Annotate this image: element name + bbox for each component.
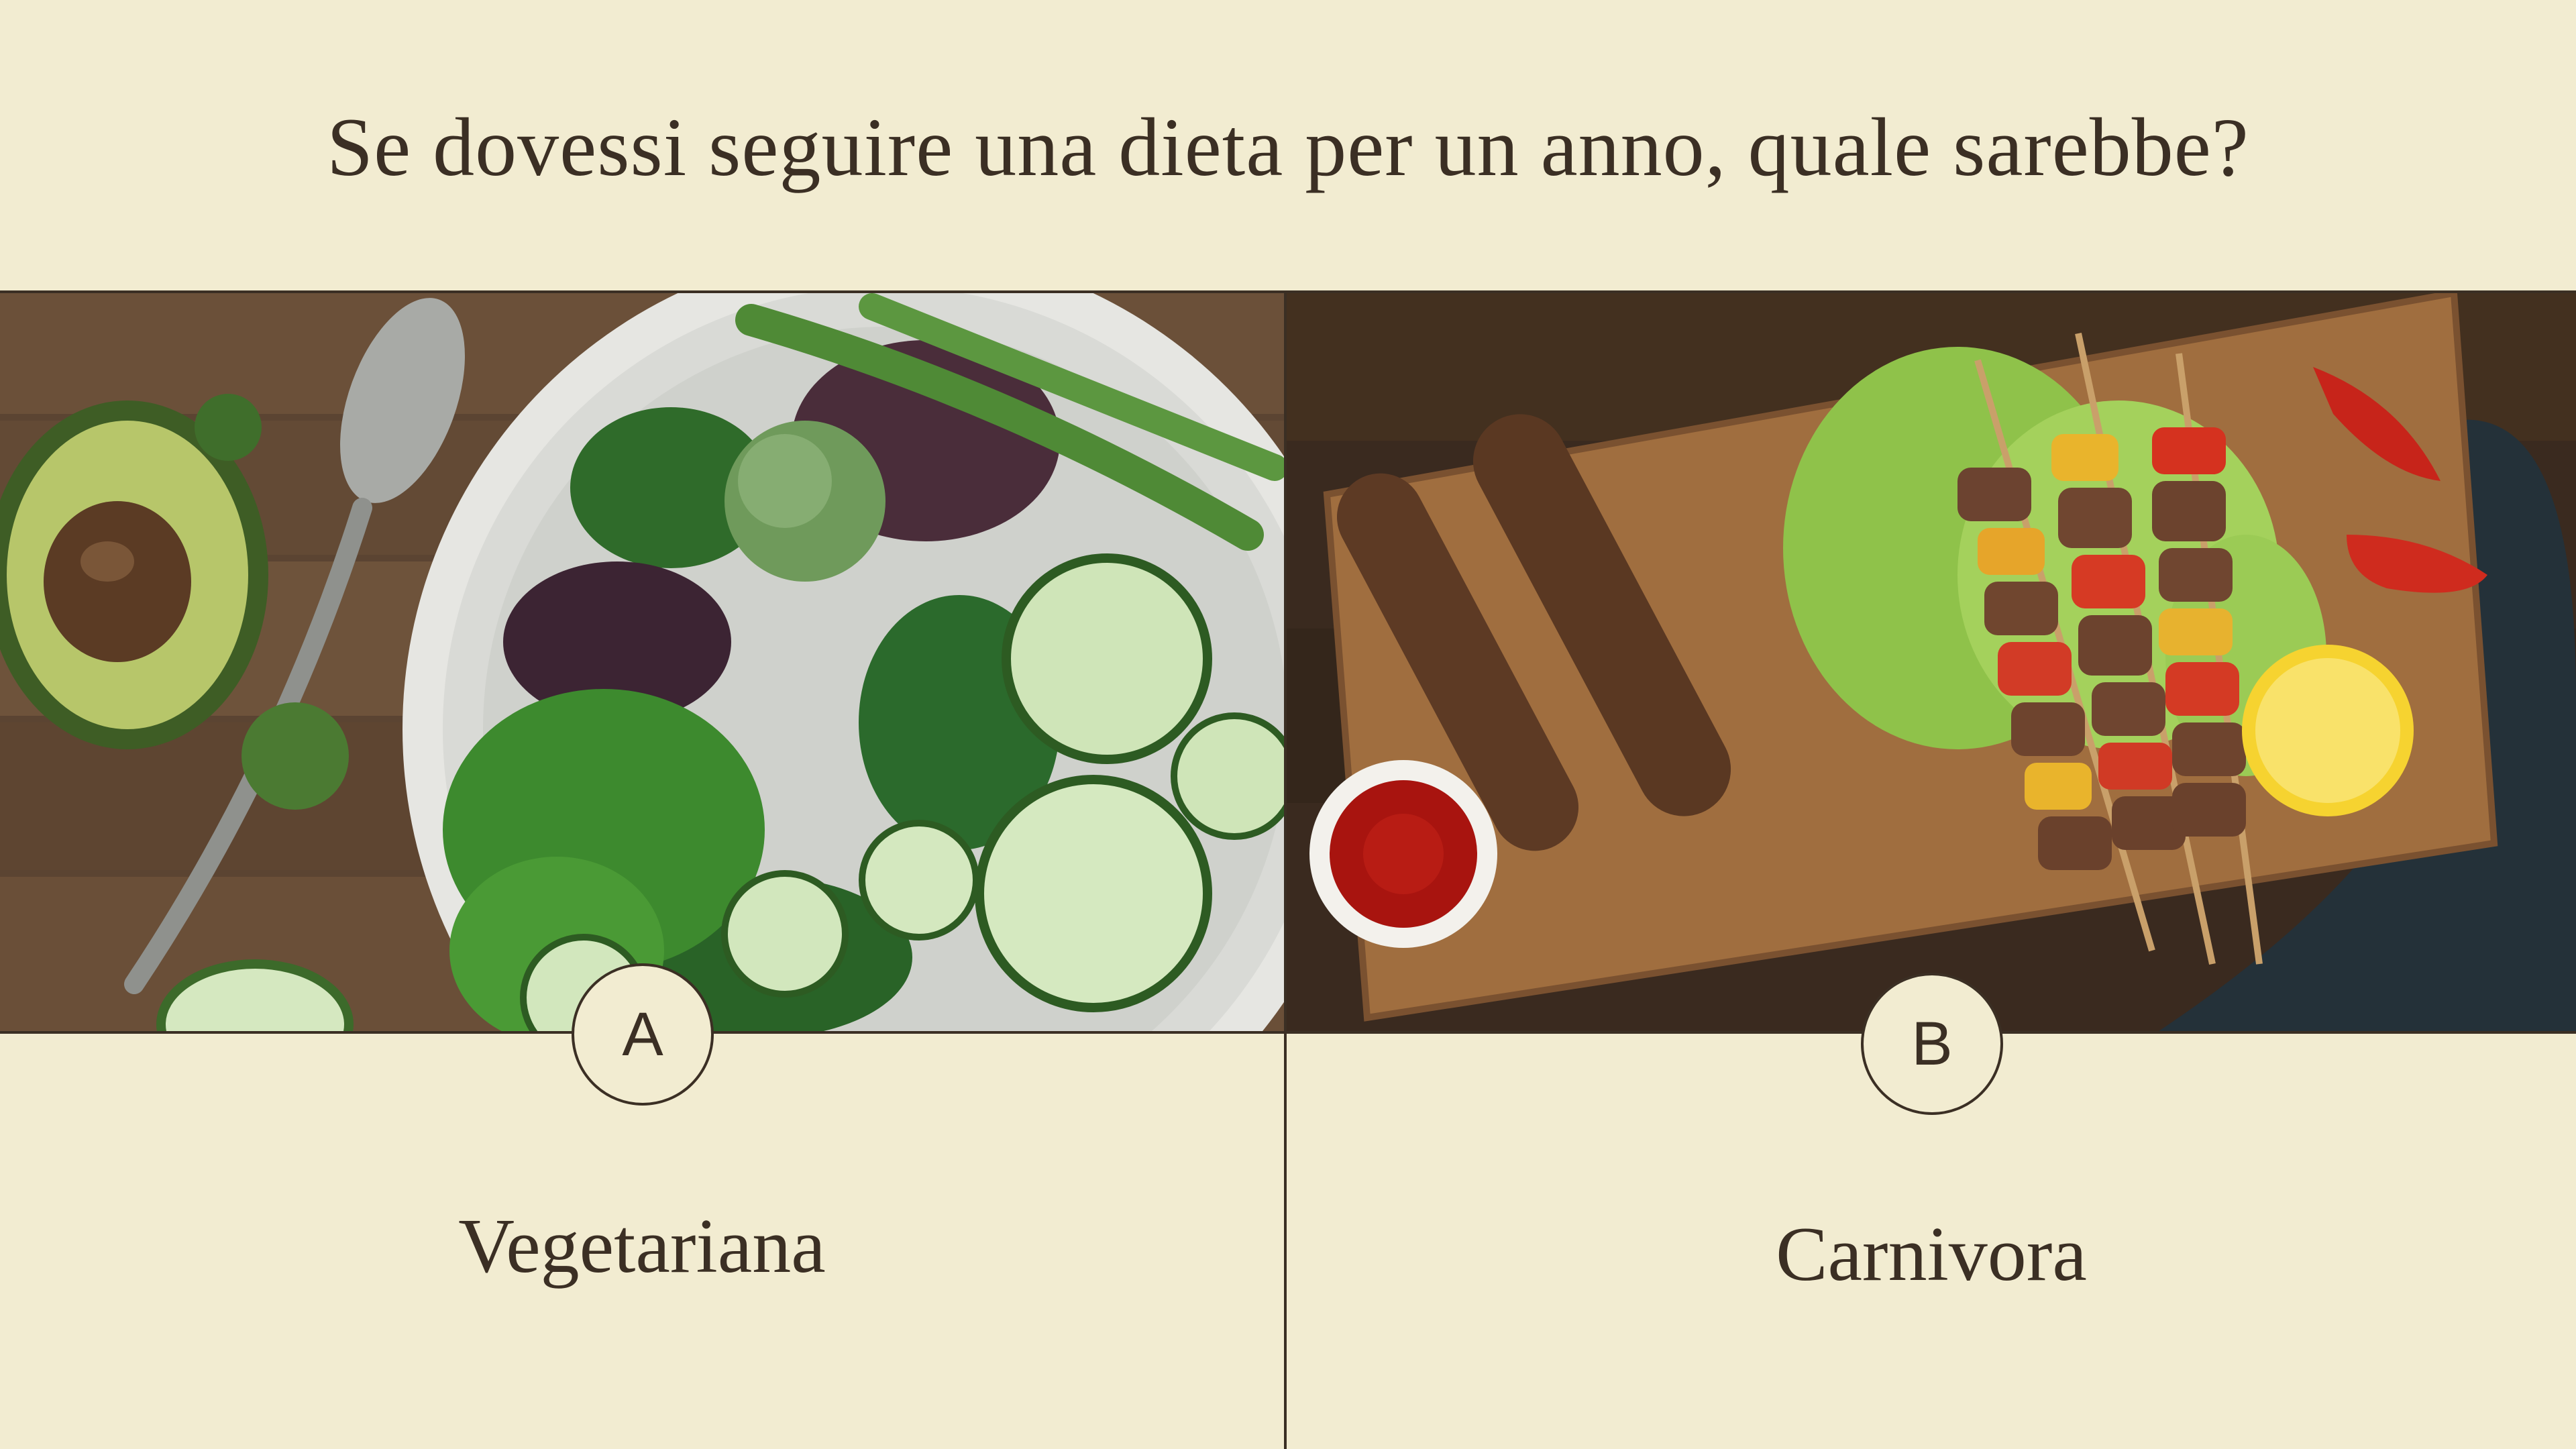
poll-slide: Se dovessi seguire una dieta per un anno…: [0, 0, 2576, 1449]
question-title: Se dovessi seguire una dieta per un anno…: [327, 101, 2249, 193]
option-b-badge[interactable]: B: [1861, 973, 2003, 1115]
option-b-label[interactable]: Carnivora: [1287, 1208, 2576, 1301]
option-a-badge[interactable]: A: [572, 963, 714, 1106]
option-a-label[interactable]: Vegetariana: [0, 1199, 1284, 1293]
